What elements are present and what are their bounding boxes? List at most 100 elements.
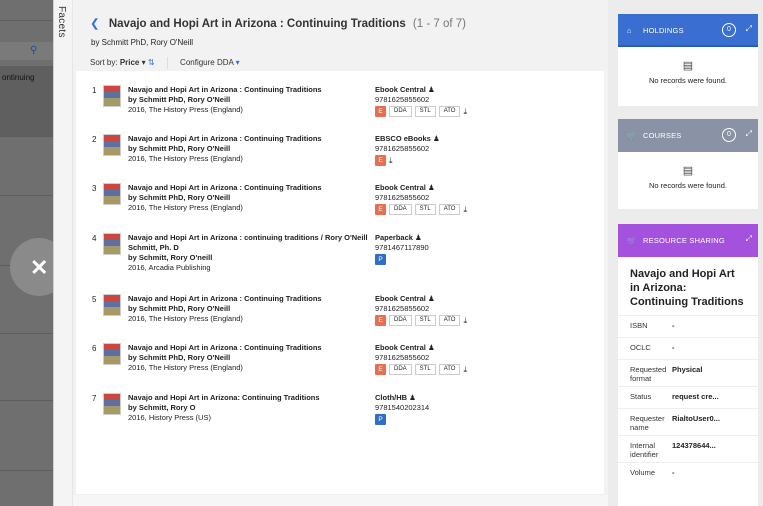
result-publisher: 2016, The History Press (England) [128,203,243,212]
license-chip: ATO [438,204,461,215]
back-chevron-icon[interactable]: ❮ [90,18,100,30]
field-key: Internal identifier [630,441,659,459]
license-chip: ATO [438,315,461,326]
resource-field: Requester name RialtoUser0... [618,408,758,435]
result-row[interactable]: 2 Navajo and Hopi Art in Arizona : Conti… [90,134,590,174]
download-icon[interactable]: ⤓ [389,156,393,166]
download-icon[interactable]: ⤓ [463,316,467,326]
holdings-header[interactable]: ⌂ HOLDINGS 0 ⤢ [618,14,758,47]
row-number: 6 [92,344,97,353]
field-key: Volume [630,468,656,477]
book-cover[interactable] [103,85,121,107]
result-isbn: 9781625855602 [375,193,430,202]
format-badge: E [375,106,386,117]
result-title[interactable]: Navajo and Hopi Art in Arizona : Continu… [128,134,368,144]
book-cover[interactable] [103,393,121,415]
format-badge: E [375,155,386,166]
expand-icon[interactable]: ⤢ [746,24,752,34]
holdings-count-badge: 0 [722,23,736,37]
home-icon: ⌂ [627,26,632,35]
sort-select[interactable]: Price [120,58,140,67]
field-value: - [672,343,675,352]
facets-toggle[interactable] [53,0,73,506]
book-cover[interactable] [103,233,121,255]
license-chip: DDA [389,364,412,375]
expand-icon[interactable]: ⤢ [746,129,752,139]
result-publisher: 2016, The History Press (England) [128,314,243,323]
configure-dda-button[interactable]: Configure DDA [180,58,233,67]
source-icon: ♟ [409,393,416,402]
license-chip: ATO [438,106,461,117]
field-value: - [672,321,675,330]
result-author: by Schmitt PhD, Rory O'Neill [128,144,231,153]
background-text: ontinuing [2,73,35,82]
field-value: Physical [672,365,703,374]
resource-sharing-header[interactable]: 🛒 RESOURCE SHARING ⤢ [618,224,758,257]
result-source: EBSCO eBooks [375,134,431,143]
result-source: Ebook Central [375,343,426,352]
list-icon: ▤ [682,60,694,72]
result-row[interactable]: 1 Navajo and Hopi Art in Arizona : Conti… [90,85,590,125]
courses-box: 🛒 COURSES 0 ⤢ ▤ No records were found. [618,119,758,209]
sort-bar: Sort by: Price ▾ ⇅ Configure DDA ▾ [90,57,240,69]
result-title[interactable]: Navajo and Hopi Art in Arizona : Continu… [128,85,368,95]
courses-header[interactable]: 🛒 COURSES 0 ⤢ [618,119,758,152]
download-icon[interactable]: ⤓ [463,107,467,117]
result-row[interactable]: 5 Navajo and Hopi Art in Arizona : Conti… [90,294,590,334]
chevron-down-icon[interactable]: ▾ [236,58,240,67]
book-cover[interactable] [103,134,121,156]
result-source: Ebook Central [375,294,426,303]
result-title[interactable]: Navajo and Hopi Art in Arizona: Continui… [128,393,368,403]
book-cover[interactable] [103,343,121,365]
side-panel: ⌂ HOLDINGS 0 ⤢ ▤ No records were found. … [608,0,763,506]
result-title[interactable]: Navajo and Hopi Art in Arizona : Continu… [128,294,368,304]
result-title[interactable]: Navajo and Hopi Art in Arizona : continu… [128,233,368,243]
result-author: by Schmitt PhD, Rory O'Neill [128,304,231,313]
result-row[interactable]: 6 Navajo and Hopi Art in Arizona : Conti… [90,343,590,383]
result-title[interactable]: Navajo and Hopi Art in Arizona : Continu… [128,343,368,353]
result-publisher: 2016, The History Press (England) [128,154,243,163]
result-author: by Schmitt, Rory O'neill [128,253,213,262]
row-number: 2 [92,135,97,144]
book-cover[interactable] [103,183,121,205]
resource-field: Status request cre... [618,386,758,408]
resource-field: Volume - [618,462,758,484]
cart-icon: 🛒 [627,236,637,245]
field-key: OCLC [630,343,651,352]
courses-count-badge: 0 [722,128,736,142]
format-badge: P [375,414,386,425]
result-title[interactable]: Navajo and Hopi Art in Arizona : Continu… [128,183,368,193]
result-source: Ebook Central [375,85,426,94]
result-row[interactable]: 7 Navajo and Hopi Art in Arizona: Contin… [90,393,590,433]
resource-sharing-title: Navajo and Hopi Art in Arizona: Continui… [630,268,744,308]
sort-label: Sort by: [90,58,118,68]
result-row[interactable]: 4 Navajo and Hopi Art in Arizona : conti… [90,233,590,273]
row-number: 3 [92,184,97,193]
resource-field: Requested format Physical [618,359,758,386]
result-publisher: 2016, The History Press (England) [128,363,243,372]
expand-icon[interactable]: ⤢ [746,234,752,244]
result-author: by Schmitt PhD, Rory O'Neill [128,353,231,362]
result-source: Paperback [375,233,413,242]
holdings-empty-message: No records were found. [649,76,727,85]
facets-label[interactable]: Facets [56,6,67,38]
result-title-cont[interactable]: Schmitt, Ph. D [128,243,368,253]
result-isbn: 9781540202314 [375,403,430,412]
result-row[interactable]: 3 Navajo and Hopi Art in Arizona : Conti… [90,183,590,223]
result-source: Cloth/HB [375,393,408,402]
format-badge: P [375,254,386,265]
download-icon[interactable]: ⤓ [463,365,467,375]
source-icon: ♟ [427,85,435,94]
field-value: request cre... [672,392,719,401]
field-value: RialtoUser0... [672,414,720,423]
result-isbn: 9781467117890 [375,243,429,252]
row-number: 1 [92,86,97,95]
search-icon: ⚲ [30,45,38,56]
download-icon[interactable]: ⤓ [463,205,467,215]
result-isbn: 9781625855602 [375,304,430,313]
resource-field: OCLC - [618,337,758,359]
book-cover[interactable] [103,294,121,316]
sort-order-icon[interactable]: ⇅ [148,58,155,67]
holdings-box: ⌂ HOLDINGS 0 ⤢ ▤ No records were found. [618,14,758,106]
source-icon: ♟ [427,294,435,303]
